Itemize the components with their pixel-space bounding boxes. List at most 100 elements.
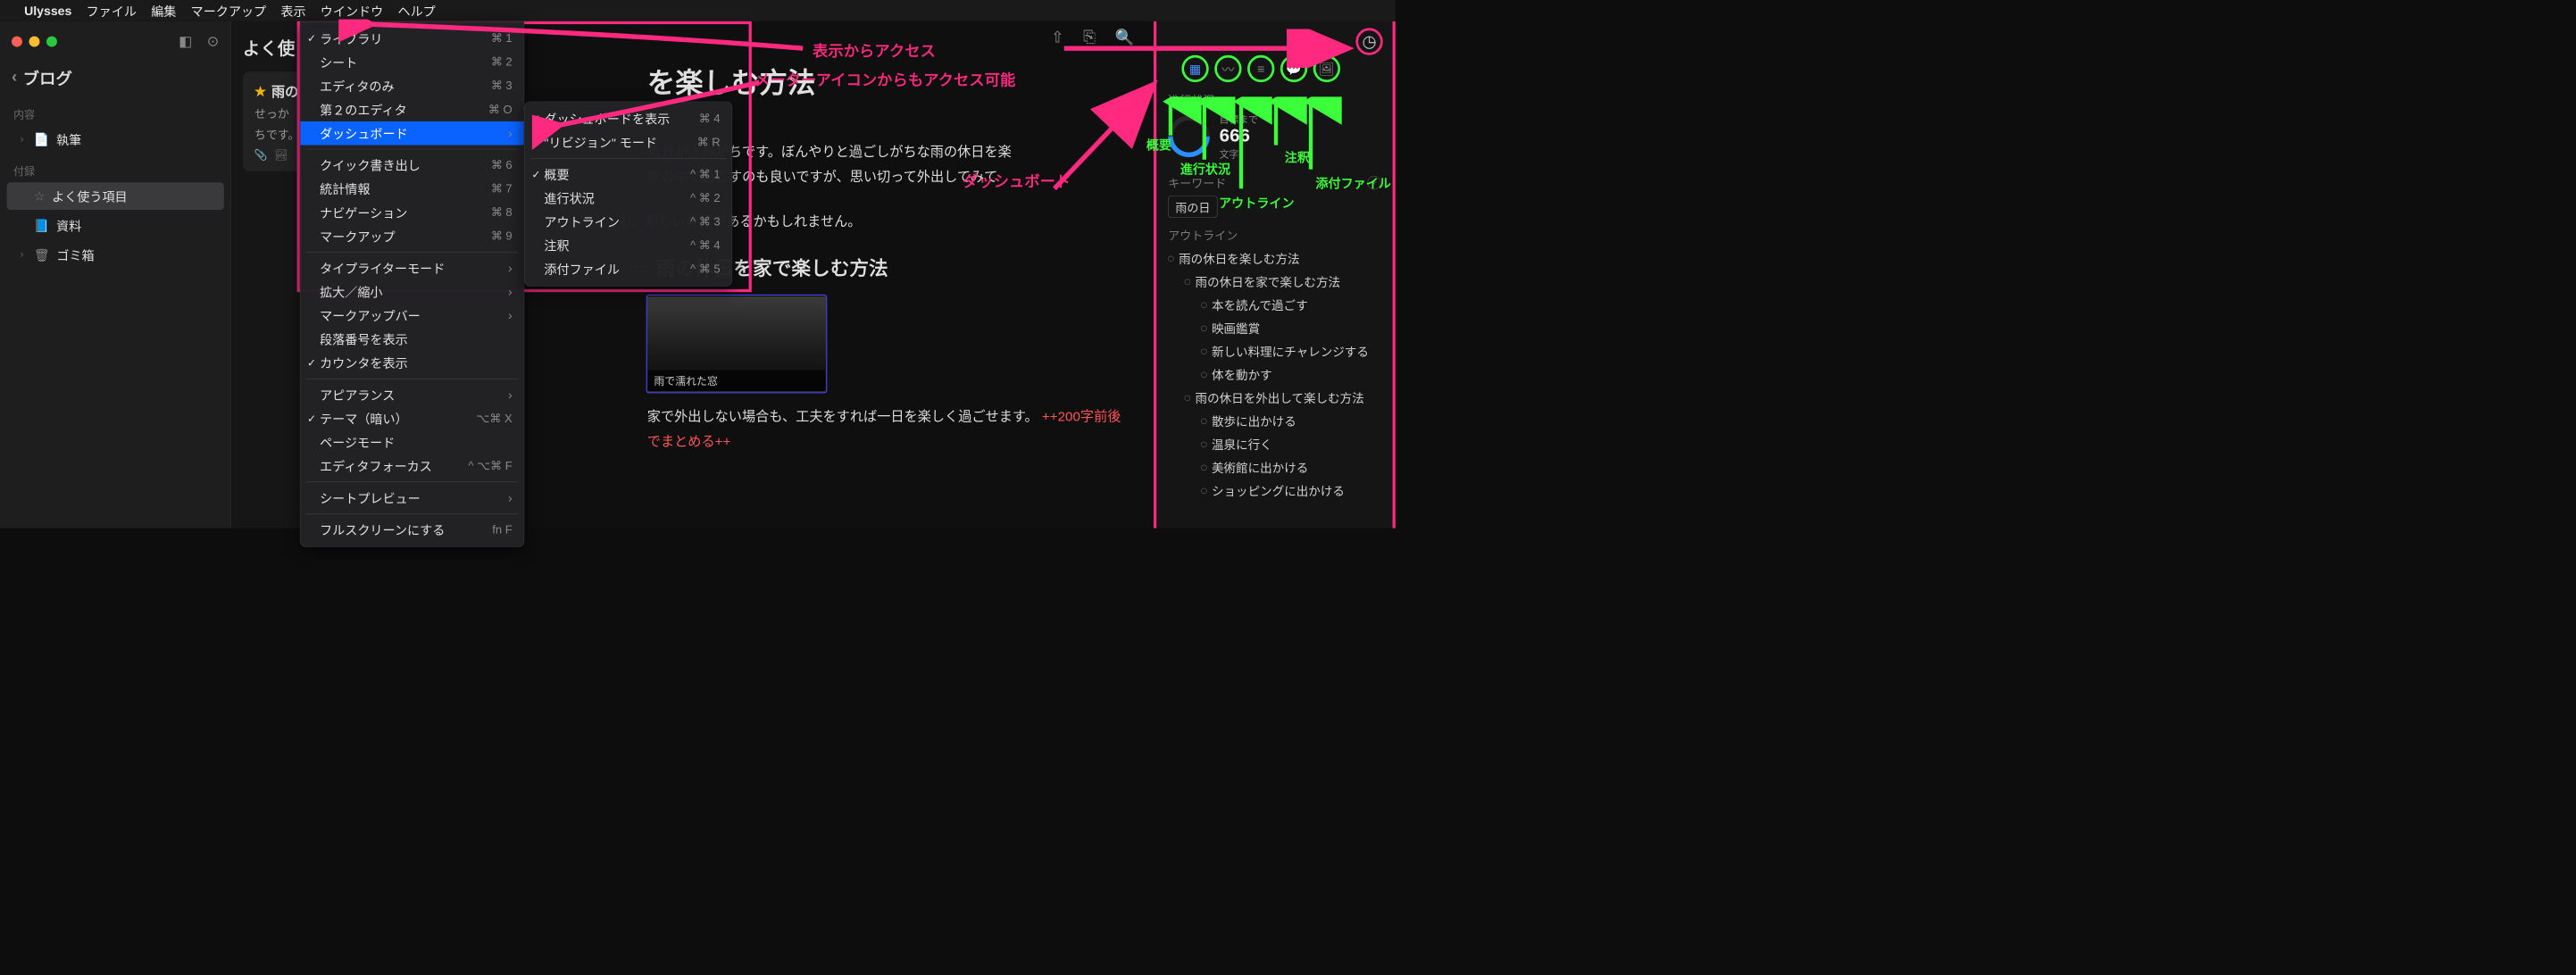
progress-value: 666 [1220, 126, 1258, 146]
sheet-card-title: 雨の [271, 81, 298, 101]
dashboard-section-title: 進行状況 [1168, 91, 1380, 108]
sidebar-item-writing[interactable]: ›📄 執筆 [7, 126, 224, 154]
outline-item[interactable]: 映画鑑賞 [1168, 317, 1380, 340]
menu-view[interactable]: 表示 [280, 2, 305, 20]
outline-item[interactable]: 美術館に出かける [1168, 456, 1380, 479]
sidebar-section-content: 内容 [0, 99, 230, 124]
editor-toolbar: ⇧ ⎘ 🔍 [1051, 28, 1134, 46]
fullscreen-window-button[interactable] [46, 36, 57, 46]
sidebar-item-favorites[interactable]: ☆ よく使う項目 [7, 182, 224, 210]
share-icon[interactable]: ⇧ [1051, 28, 1064, 46]
editor-paragraph[interactable]: 家で外出しない場合も、工夫をすれば一日を楽しく過ごせます。 ++200字前後でま… [647, 404, 1125, 454]
outline-item[interactable]: 温泉に行く [1168, 433, 1380, 456]
submenu-item[interactable]: 進行状況^ ⌘ 2 [525, 187, 732, 211]
menu-item[interactable]: シート⌘ 2 [300, 50, 523, 74]
star-icon: ☆ [34, 188, 46, 204]
dashboard-panel: ◷ ▦ 〰 ≡ 💬 🖼 進行状況 目標まで 666 文字 キーワード + 雨の日… [1154, 21, 1396, 529]
submenu-item[interactable]: ✓ダッシュボードを表示⌘ 4 [525, 107, 732, 131]
menu-item[interactable]: 拡大／縮小› [300, 280, 523, 304]
dashboard-section-title: アウトライン [1168, 227, 1380, 244]
menu-item[interactable]: アピアランス› [300, 383, 523, 407]
submenu-item[interactable]: ✓概要^ ⌘ 1 [525, 162, 732, 187]
outline-item[interactable]: ショッピングに出かける [1168, 479, 1380, 503]
outline-item[interactable]: 本を読んで過ごす [1168, 294, 1380, 317]
sidebar-item-label: 執筆 [56, 130, 81, 148]
outline-item[interactable]: 体を動かす [1168, 363, 1380, 387]
image-caption: 雨で濡れた窓 [648, 371, 825, 392]
outline-item[interactable]: 新しい料理にチャレンジする [1168, 340, 1380, 363]
menu-item[interactable]: ✓テーマ（暗い）⌥⌘ X [300, 407, 523, 431]
menu-edit[interactable]: 編集 [151, 2, 176, 20]
close-window-button[interactable] [12, 36, 22, 46]
menu-item[interactable]: ダッシュボード› [300, 121, 523, 146]
menu-item[interactable]: ページモード [300, 430, 523, 454]
submenu-item[interactable]: "リビジョン" モード⌘ R [525, 130, 732, 154]
attachment-icon: 📎 [254, 149, 268, 162]
add-keyword-button[interactable]: + [1367, 176, 1380, 189]
menu-item[interactable]: ✓ライブラリ⌘ 1 [300, 27, 523, 51]
menu-item[interactable]: シートプレビュー› [300, 486, 523, 510]
progress-gauge-icon [1160, 107, 1219, 166]
export-icon[interactable]: ⎘ [1083, 28, 1096, 46]
dashboard-tabs: ▦ 〰 ≡ 💬 🖼 [1181, 55, 1380, 82]
submenu-item[interactable]: アウトライン^ ⌘ 3 [525, 210, 732, 234]
menubar: Ulysses ファイル 編集 マークアップ 表示 ウインドウ ヘルプ [0, 0, 1396, 21]
dashboard-section-title: キーワード [1168, 174, 1226, 191]
dashboard-tab-progress[interactable]: 〰 [1214, 55, 1241, 82]
window-controls: ◧ ⊙ [0, 27, 230, 55]
sidebar-item-trash[interactable]: ›🗑 ゴミ箱 [7, 241, 224, 269]
gauge-meter-icon[interactable]: ◷ [1355, 28, 1382, 54]
submenu-item[interactable]: 添付ファイル^ ⌘ 5 [525, 257, 732, 281]
sidebar-item-materials[interactable]: 📘 資料 [7, 212, 224, 239]
dashboard-submenu-dropdown: ✓ダッシュボードを表示⌘ 4"リビジョン" モード⌘ R ✓概要^ ⌘ 1進行状況… [524, 102, 732, 287]
dashboard-tab-outline[interactable]: ≡ [1247, 55, 1274, 82]
keyword-tag[interactable]: 雨の日 [1168, 196, 1217, 217]
outline-item[interactable]: 雨の休日を外出して楽しむ方法 [1168, 387, 1380, 410]
menu-item[interactable]: エディタフォーカス^ ⌥⌘ F [300, 454, 523, 479]
sidebar-title: ブログ [23, 65, 72, 89]
menu-item[interactable]: マークアップ⌘ 9 [300, 224, 523, 248]
menu-markup[interactable]: マークアップ [191, 2, 267, 20]
menu-window[interactable]: ウインドウ [321, 2, 383, 20]
menu-file[interactable]: ファイル [87, 2, 137, 20]
image-icon: 🏞 [274, 149, 288, 162]
sidebar-item-label: ゴミ箱 [56, 246, 94, 264]
editor-image[interactable]: 雨で濡れた窓 [647, 296, 826, 392]
favorite-star-icon: ★ [254, 83, 267, 99]
outline-item[interactable]: 雨の休日を楽しむ方法 [1168, 247, 1380, 271]
more-icon[interactable]: ⊙ [207, 33, 220, 50]
editor-heading-1[interactable]: を楽しむ方法 [647, 60, 1125, 101]
sidebar-toggle-icon[interactable]: ◧ [179, 33, 192, 50]
menu-item[interactable]: ナビゲーション⌘ 8 [300, 201, 523, 225]
dashboard-tab-attachments[interactable]: 🖼 [1313, 55, 1340, 82]
back-chevron-icon[interactable]: ‹ [12, 68, 17, 87]
library-sidebar: ◧ ⊙ ‹ ブログ 内容 ›📄 執筆 付録 ☆ よく使う項目 📘 資料 ›🗑 ゴ… [0, 21, 231, 529]
outline-item[interactable]: 雨の休日を家で楽しむ方法 [1168, 271, 1380, 294]
document-icon: 📄 [34, 132, 50, 147]
search-icon[interactable]: 🔍 [1115, 28, 1135, 46]
trash-icon: 🗑 [34, 247, 50, 262]
sidebar-item-label: よく使う項目 [52, 188, 128, 205]
document-icon: 📘 [34, 218, 50, 233]
menu-help[interactable]: ヘルプ [397, 2, 435, 20]
progress-label: 目標まで [1220, 112, 1258, 126]
dashboard-tab-overview[interactable]: ▦ [1181, 55, 1208, 82]
menu-item[interactable]: 統計情報⌘ 7 [300, 177, 523, 201]
menu-item[interactable]: クイック書き出し⌘ 6 [300, 154, 523, 178]
menu-item[interactable]: タイプライターモード› [300, 256, 523, 280]
submenu-item[interactable]: 注釈^ ⌘ 4 [525, 234, 732, 258]
menu-item[interactable]: 第２のエディタ⌘ O [300, 97, 523, 121]
view-menu-dropdown: ✓ライブラリ⌘ 1シート⌘ 2エディタのみ⌘ 3第２のエディタ⌘ Oダッシュボー… [300, 21, 524, 547]
menu-item[interactable]: ✓カウンタを表示 [300, 351, 523, 375]
app-menu[interactable]: Ulysses [24, 4, 71, 19]
dashboard-tab-annotations[interactable]: 💬 [1280, 55, 1307, 82]
menu-item[interactable]: エディタのみ⌘ 3 [300, 74, 523, 98]
sidebar-item-label: 資料 [56, 217, 81, 235]
menu-item[interactable]: 段落番号を表示 [300, 328, 523, 352]
menu-item[interactable]: マークアップバー› [300, 304, 523, 328]
progress-unit: 文字 [1220, 146, 1258, 161]
minimize-window-button[interactable] [29, 36, 40, 46]
menu-item[interactable]: フルスクリーンにするfn F [300, 518, 523, 542]
outline-item[interactable]: 散歩に出かける [1168, 410, 1380, 433]
sidebar-section-appendix: 付録 [0, 155, 230, 180]
